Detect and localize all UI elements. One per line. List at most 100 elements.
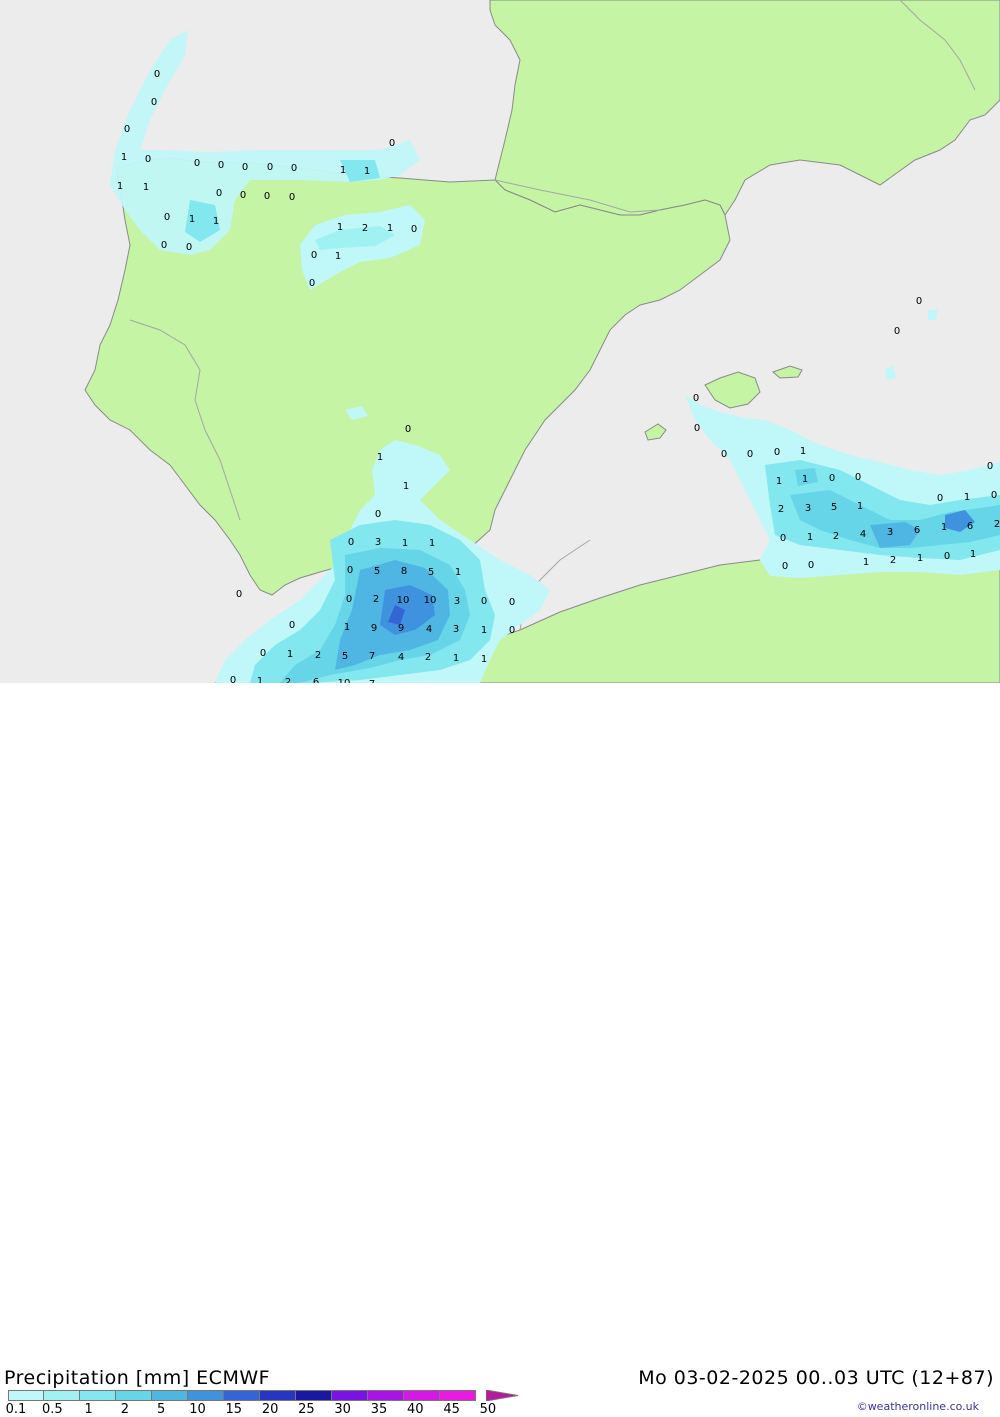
precip-value-label: 0 — [937, 493, 943, 504]
precip-value-label: 0 — [855, 472, 861, 483]
chart-title: Precipitation [mm] ECMWF — [4, 1367, 271, 1389]
precip-value-label: 1 — [344, 622, 350, 633]
precip-value-label: 0 — [230, 675, 236, 683]
legend-label: 45 — [443, 1402, 460, 1417]
scale-arrow-icon — [486, 1390, 519, 1401]
legend-swatch — [260, 1390, 296, 1401]
precip-value-label: 1 — [807, 532, 813, 543]
forecast-datetime: Mo 03-02-2025 00..03 UTC (12+87) — [638, 1367, 994, 1389]
legend-label: 0.5 — [41, 1402, 63, 1417]
legend-swatch — [116, 1390, 152, 1401]
precip-value-label: 5 — [374, 566, 380, 577]
legend-label: 20 — [261, 1402, 279, 1417]
precip-value-label: 1 — [481, 625, 487, 636]
legend-swatch — [44, 1390, 80, 1401]
legend-label: 35 — [370, 1402, 388, 1417]
legend-swatch — [152, 1390, 188, 1401]
precip-value-label: 0 — [154, 69, 160, 80]
legend-label: 25 — [298, 1402, 315, 1417]
precip-value-label: 2 — [362, 223, 368, 234]
precip-value-label: 2 — [994, 519, 1000, 530]
precip-value-label: 0 — [145, 154, 151, 165]
precip-value-label: 2 — [315, 650, 321, 661]
legend-swatch — [332, 1390, 368, 1401]
precip-value-label: 1 — [189, 214, 195, 225]
color-scale — [8, 1390, 476, 1401]
precip-value-label: 0 — [289, 620, 295, 631]
precip-value-label: 0 — [164, 212, 170, 223]
precip-value-label: 0 — [151, 97, 157, 108]
precip-value-label: 0 — [389, 138, 395, 149]
precip-value-label: 1 — [364, 166, 370, 177]
legend-label: 30 — [334, 1402, 351, 1417]
legend-label: 10 — [189, 1402, 206, 1417]
precip-value-label: 0 — [481, 596, 487, 607]
precip-value-label: 1 — [213, 216, 219, 227]
legend-label: 2 — [120, 1402, 130, 1417]
precip-value-label: 1 — [335, 251, 341, 262]
precip-value-label: 0 — [240, 190, 246, 201]
precip-value-label: 4 — [398, 652, 404, 663]
legend-label: 15 — [225, 1402, 243, 1417]
precip-value-label: 3 — [375, 537, 381, 548]
precip-value-label: 1 — [117, 181, 123, 192]
precip-value-label: 0 — [808, 560, 814, 571]
precip-value-label: 0 — [347, 565, 353, 576]
precip-value-label: 1 — [857, 501, 863, 512]
precip-value-label: 1 — [941, 522, 947, 533]
precip-value-label: 0 — [987, 461, 993, 472]
legend-label: 0.1 — [5, 1402, 27, 1417]
precip-value-label: 1 — [455, 567, 461, 578]
precip-value-label: 1 — [453, 653, 459, 664]
precip-value-label: 3 — [887, 527, 893, 538]
legend-swatch — [404, 1390, 440, 1401]
legend-swatch — [80, 1390, 116, 1401]
precip-value-label: 0 — [774, 447, 780, 458]
precip-value-label: 2 — [373, 594, 379, 605]
precip-value-label: 1 — [340, 165, 346, 176]
precip-value-label: 1 — [917, 553, 923, 564]
precip-value-label: 2 — [833, 531, 839, 542]
precip-value-label: 5 — [428, 567, 434, 578]
precip-value-label: 6 — [967, 521, 973, 532]
precip-value-label: 4 — [426, 624, 432, 635]
precip-value-label: 0 — [829, 473, 835, 484]
precipitation-map: 0001 01 10 0 0 0 0 1 100 0 0 00 1 10 01 2 1 00 1001100 3 1 10… — [0, 0, 1000, 683]
precip-value-label: 1 — [776, 476, 782, 487]
precip-value-label: 0 — [346, 594, 352, 605]
legend-label: 50 — [479, 1402, 497, 1417]
precip-value-label: 1 — [387, 223, 393, 234]
precip-value-label: 0 — [405, 424, 411, 435]
precip-value-label: 0 — [161, 240, 167, 251]
precip-value-label: 2 — [890, 555, 896, 566]
precip-value-label: 0 — [218, 160, 224, 171]
legend-swatch — [368, 1390, 404, 1401]
precip-value-label: 0 — [124, 124, 130, 135]
legend-swatch — [188, 1390, 224, 1401]
precip-value-label: 0 — [894, 326, 900, 337]
legend-panel: Precipitation [mm] ECMWF Mo 03-02-2025 0… — [0, 683, 1000, 1417]
legend-label: 5 — [157, 1402, 166, 1417]
precip-value-label: 2 — [425, 652, 431, 663]
precip-value-label: 0 — [411, 224, 417, 235]
precip-value-label: 0 — [944, 551, 950, 562]
legend-swatch — [296, 1390, 332, 1401]
legend-swatch — [8, 1390, 44, 1401]
precip-value-label: 10 — [397, 595, 410, 606]
credit-link[interactable]: ©weatheronline.co.uk — [857, 1400, 979, 1413]
precip-value-label: 3 — [453, 624, 459, 635]
precip-value-label: 0 — [694, 423, 700, 434]
precip-value-label: 1 — [377, 452, 383, 463]
precip-value-label: 0 — [216, 188, 222, 199]
precip-value-label: 10 — [424, 595, 437, 606]
precip-value-label: 0 — [780, 533, 786, 544]
legend-swatch — [224, 1390, 260, 1401]
precip-value-label: 0 — [309, 278, 315, 289]
precip-value-label: 1 — [337, 222, 343, 233]
precip-value-label: 0 — [242, 162, 248, 173]
precip-value-label: 1 — [970, 549, 976, 560]
precip-value-label: 0 — [289, 192, 295, 203]
color-scale-labels: 0.1 0.5 1 2 5 10 15 20 25 30 35 40 45 50 — [0, 1402, 520, 1417]
precip-value-label: 1 — [257, 676, 263, 683]
precip-value-label: 1 — [863, 557, 869, 568]
